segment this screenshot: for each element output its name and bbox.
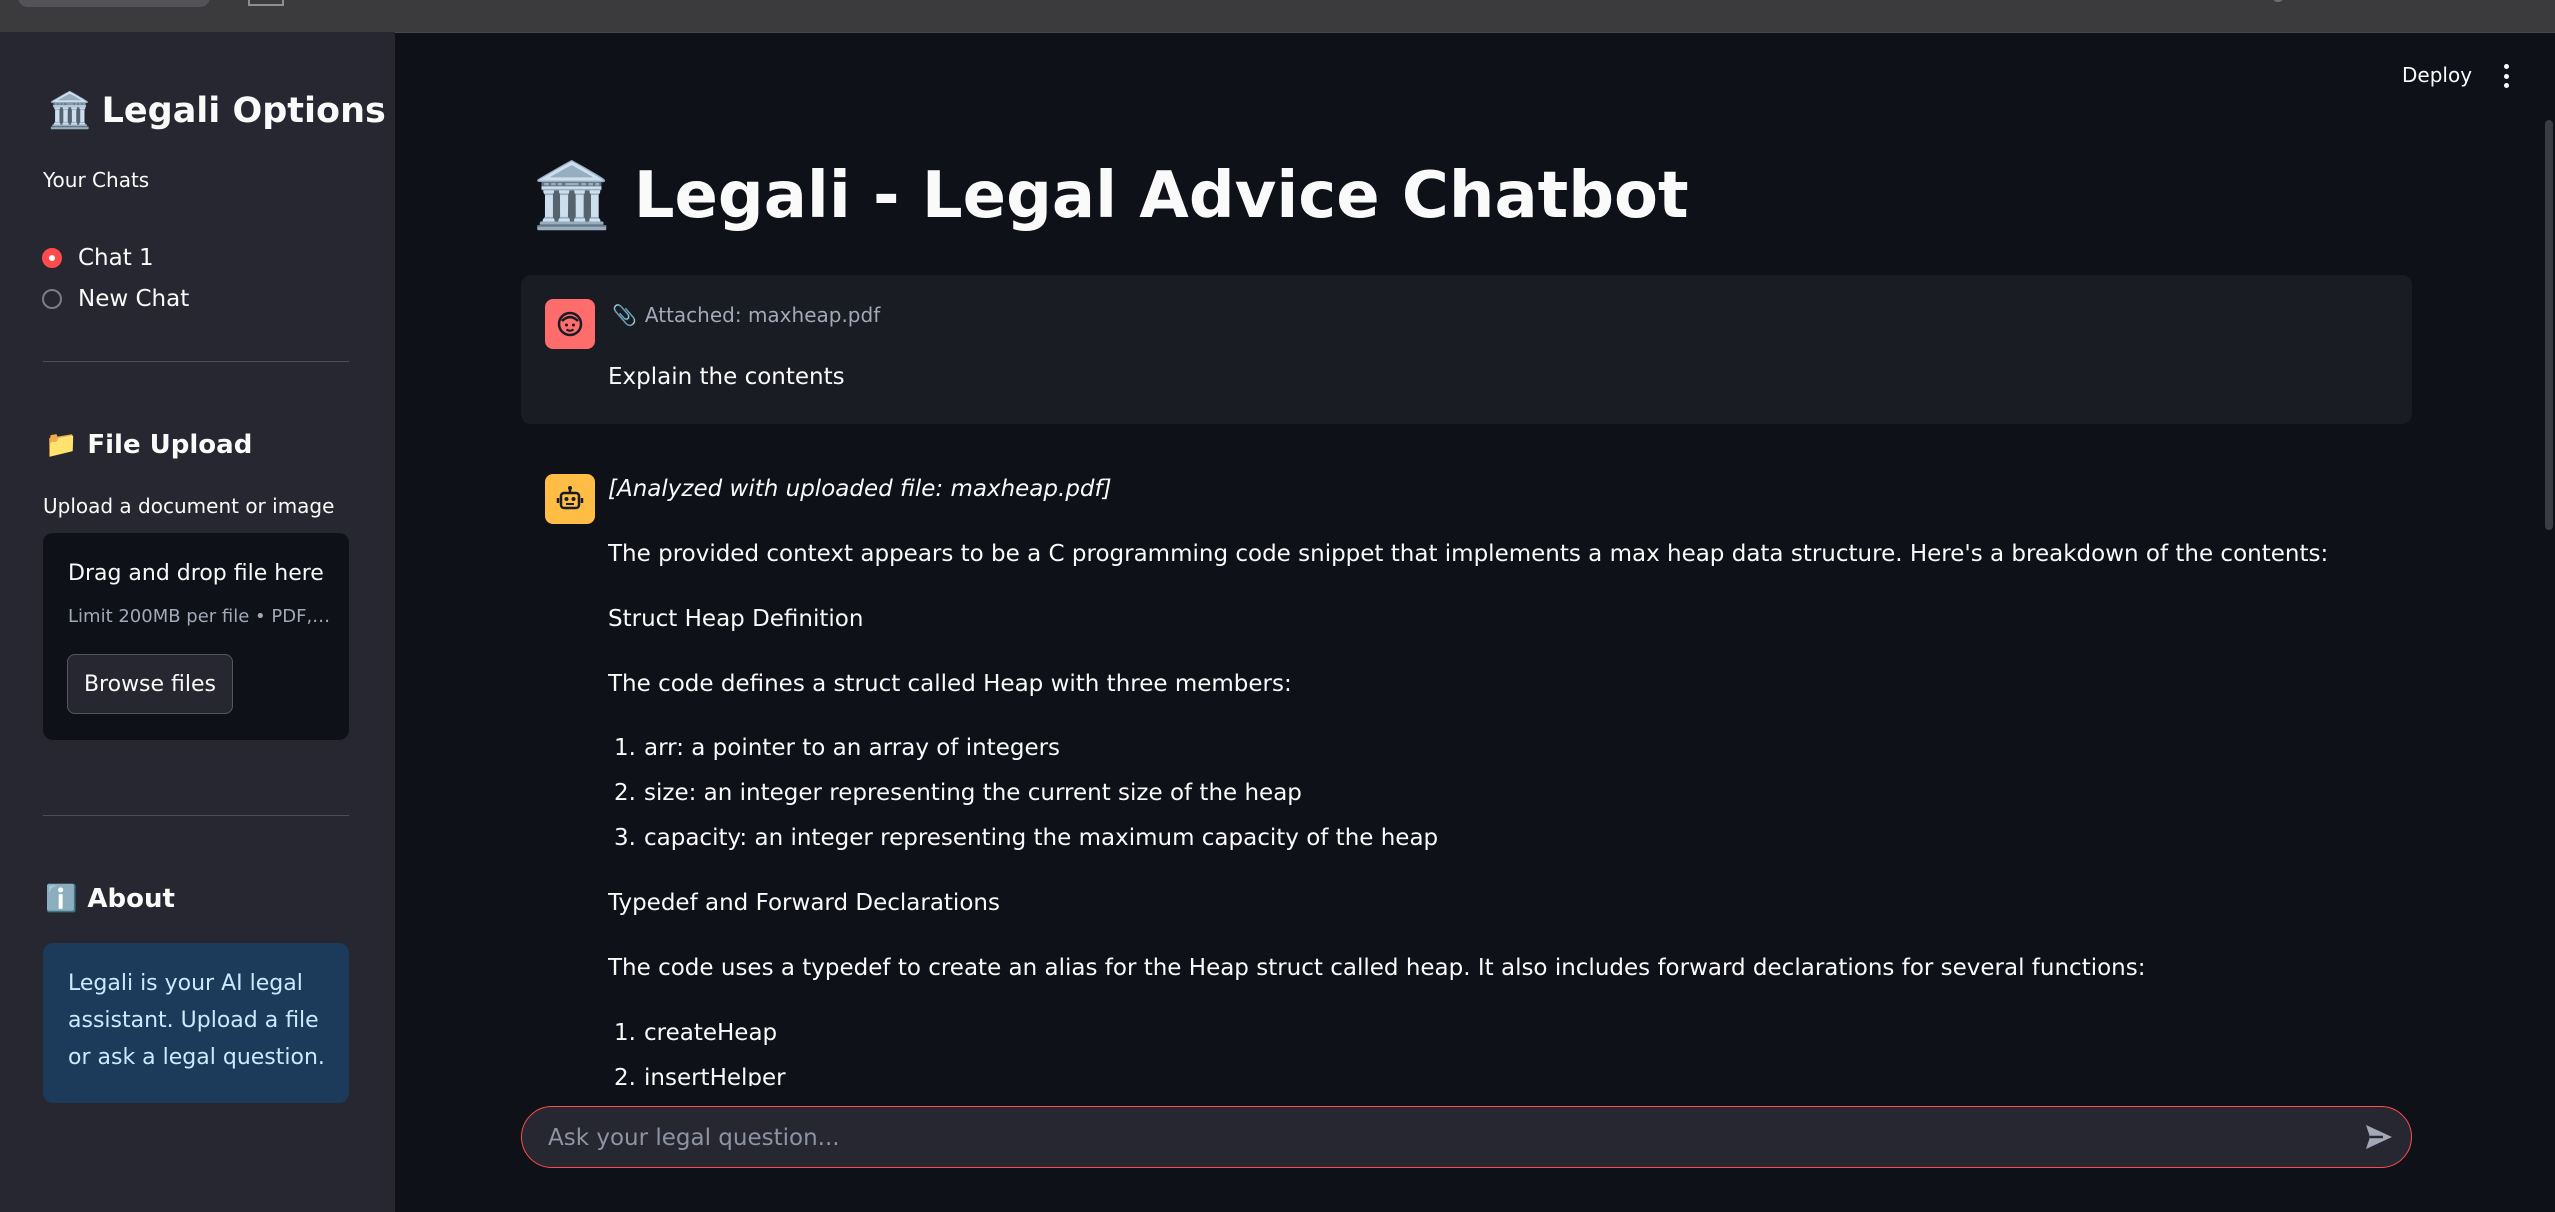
browse-files-button[interactable]: Browse files: [67, 654, 233, 714]
list-item: 2. insertHelper: [614, 1065, 786, 1086]
list-item: 2. size: an integer representing the curr…: [614, 780, 1302, 806]
page-title: 🏛️ Legali - Legal Advice Chatbot: [532, 159, 1689, 233]
dropzone-limit: Limit 200MB per file • PDF,…: [68, 606, 331, 627]
list-item: 1. arr: a pointer to an array of integers: [614, 735, 1061, 761]
about-info-box: Legali is your AI legal assistant. Uploa…: [43, 943, 349, 1103]
sidebar-divider: [43, 361, 349, 362]
about-heading: ℹ️ About: [45, 884, 175, 914]
chat-option-label: Chat 1: [78, 245, 154, 271]
assistant-paragraph: The code uses a typedef to create an ali…: [608, 955, 2146, 981]
assistant-avatar-icon: [545, 474, 595, 524]
list-item: 1. createHeap: [614, 1020, 778, 1046]
deploy-button[interactable]: Deploy: [2402, 63, 2472, 87]
chat-input-container[interactable]: [521, 1106, 2412, 1168]
sidebar: 🏛️ Legali Options Your Chats Chat 1 New C…: [0, 32, 395, 1212]
assistant-subheading: Typedef and Forward Declarations: [608, 890, 1000, 916]
attachment-note: 📎 Attached: maxheap.pdf: [612, 303, 881, 327]
chats-label: Your Chats: [43, 168, 150, 192]
list-item: 3. capacity: an integer representing the …: [614, 825, 1439, 851]
upload-label: Upload a document or image: [43, 494, 335, 518]
user-message: [521, 275, 2412, 424]
user-message-text: Explain the contents: [608, 364, 845, 390]
assistant-subheading: Struct Heap Definition: [608, 606, 864, 632]
assistant-paragraph: The provided context appears to be a C p…: [608, 541, 2329, 567]
bank-icon: 🏛️: [48, 91, 92, 131]
dropzone-title: Drag and drop file here: [68, 561, 324, 586]
paperclip-icon: 📎: [612, 303, 637, 327]
browser-menu-icon[interactable]: [2272, 0, 2284, 2]
user-avatar-icon: [545, 299, 595, 349]
chat-option-new-chat[interactable]: New Chat: [42, 282, 189, 316]
chat-option-chat-1[interactable]: Chat 1: [42, 241, 154, 275]
folder-icon: 📁: [45, 430, 78, 460]
bank-icon: 🏛️: [532, 159, 612, 233]
main-menu-icon[interactable]: [2503, 64, 2509, 88]
browser-top-bar: [0, 0, 2555, 33]
sidebar-divider: [43, 815, 349, 816]
file-upload-heading: 📁 File Upload: [45, 430, 253, 460]
scrollbar[interactable]: [2545, 120, 2553, 530]
info-icon: ℹ️: [45, 884, 78, 914]
chat-option-label: New Chat: [78, 286, 190, 312]
analyzed-note: [Analyzed with uploaded file: maxheap.pd…: [608, 476, 1112, 502]
browser-tab[interactable]: [18, 0, 210, 7]
chat-input[interactable]: [546, 1117, 2330, 1159]
send-icon[interactable]: [2363, 1121, 2395, 1153]
assistant-message: [Analyzed with uploaded file: maxheap.pd…: [608, 476, 2408, 1086]
radio-unselected[interactable]: [42, 289, 62, 309]
assistant-paragraph: The code defines a struct called Heap wi…: [608, 671, 1292, 697]
file-dropzone[interactable]: Drag and drop file here Limit 200MB per …: [43, 533, 349, 740]
browser-toolbar-icon[interactable]: [248, 0, 284, 6]
radio-selected[interactable]: [42, 248, 62, 268]
sidebar-title: 🏛️ Legali Options: [48, 91, 386, 131]
